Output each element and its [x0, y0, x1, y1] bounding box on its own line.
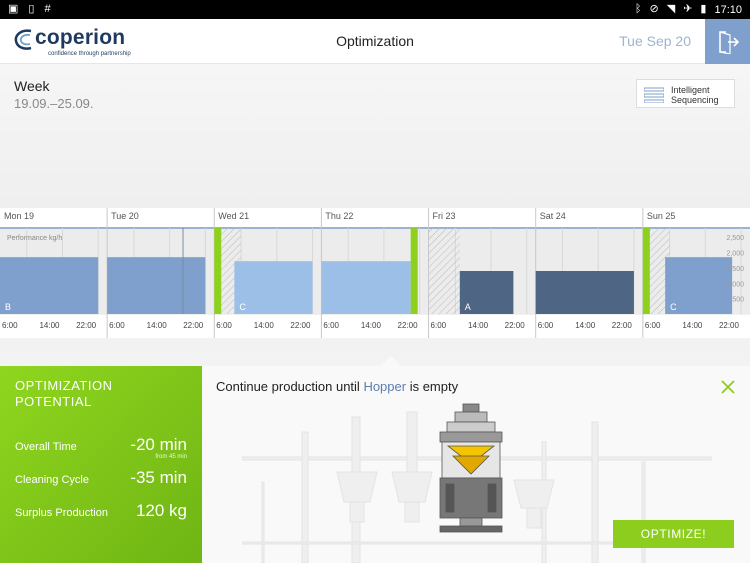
- hour-tick-label: 22:00: [612, 321, 633, 330]
- dnd-icon: ⊘: [649, 3, 659, 15]
- info-message: Continue production until Hopper is empt…: [216, 379, 458, 394]
- product-label: C: [670, 302, 677, 312]
- info-text-before: Continue production until: [216, 379, 364, 394]
- hour-tick-label: 14:00: [39, 321, 60, 330]
- y-tick-label: 500: [732, 297, 744, 304]
- hash-icon: #: [44, 3, 51, 15]
- hour-tick-label: 6:00: [2, 321, 18, 330]
- day-label: Sun 25: [647, 211, 676, 221]
- hour-tick-label: 14:00: [254, 321, 275, 330]
- product-label: B: [5, 302, 11, 312]
- production-bar: [321, 261, 411, 314]
- info-panel: Continue production until Hopper is empt…: [202, 366, 750, 563]
- hour-tick-label: 22:00: [76, 321, 97, 330]
- status-time: 17:10: [714, 3, 742, 16]
- production-bar: [107, 257, 206, 314]
- bluetooth-icon: ᛒ: [634, 3, 642, 15]
- hopper-machine: [439, 403, 503, 533]
- changeover-marker: [642, 228, 650, 314]
- hour-tick-label: 6:00: [431, 321, 447, 330]
- header-date: Tue Sep 20: [619, 33, 691, 49]
- changeover-marker: [410, 228, 418, 314]
- y-tick-label: 1,500: [726, 266, 744, 273]
- product-label: A: [465, 302, 471, 312]
- sequencing-icon: [644, 87, 664, 103]
- day-label: Wed 21: [218, 211, 249, 221]
- optimization-title: OPTIMIZATION POTENTIAL: [15, 378, 112, 410]
- optimization-title-line2: POTENTIAL: [15, 394, 92, 409]
- status-bar: ▣ ▯ # ᛒ ⊘ ◥ ✈ ▮ 17:10: [0, 0, 750, 19]
- production-bar: [0, 257, 99, 314]
- battery-icon: ▮: [700, 3, 707, 15]
- y-tick-label: 2,000: [726, 251, 744, 258]
- day-label: Fri 23: [433, 211, 456, 221]
- status-left: ▣ ▯ #: [8, 3, 51, 16]
- logout-icon: [718, 30, 739, 54]
- hour-tick-label: 14:00: [468, 321, 489, 330]
- phone-icon: ▯: [28, 3, 35, 15]
- hour-tick-label: 14:00: [361, 321, 382, 330]
- intelligent-sequencing-button[interactable]: Intelligent Sequencing: [636, 79, 735, 108]
- y-tick-label: 1,000: [726, 281, 744, 288]
- overall-time-value: -20 min: [130, 435, 187, 454]
- production-bar: [234, 261, 313, 314]
- y-tick-label: 2,500: [726, 235, 744, 242]
- status-right: ᛒ ⊘ ◥ ✈ ▮ 17:10: [635, 3, 742, 16]
- optimization-title-line1: OPTIMIZATION: [15, 378, 113, 393]
- day-label: Mon 19: [4, 211, 34, 221]
- logo-tagline: confidence through partnership: [48, 51, 131, 57]
- hour-tick-label: 6:00: [109, 321, 125, 330]
- callout-pointer: [381, 356, 401, 366]
- week-range: 19.09.–25.09.: [14, 96, 94, 111]
- hour-tick-label: 6:00: [323, 321, 339, 330]
- day-label: Sat 24: [540, 211, 566, 221]
- production-timeline[interactable]: Mon 19 6:00 14:00 22:00 Tue 20 6:00 14:00 22:00…: [0, 208, 750, 338]
- surplus-production-label: Surplus Production: [15, 507, 108, 519]
- chart-y-label: Performance kg/h: [7, 235, 62, 242]
- product-label: C: [239, 302, 246, 312]
- changeover-marker: [214, 228, 222, 314]
- week-label: Week: [14, 78, 50, 94]
- app-header: coperion confidence through partnership …: [0, 19, 750, 64]
- hour-tick-label: 22:00: [183, 321, 204, 330]
- image-icon: ▣: [8, 3, 19, 15]
- hopper-highlight[interactable]: Hopper: [363, 379, 406, 394]
- day-label: Tue 20: [111, 211, 139, 221]
- hour-tick-label: 6:00: [538, 321, 554, 330]
- logout-button[interactable]: [705, 19, 750, 64]
- hour-tick-label: 14:00: [575, 321, 596, 330]
- cleaning-hatch: [428, 228, 460, 314]
- iseq-line2: Sequencing: [671, 95, 719, 105]
- hour-tick-label: 22:00: [719, 321, 740, 330]
- overall-time-label: Overall Time: [15, 441, 77, 453]
- hour-tick-label: 22:00: [398, 321, 419, 330]
- detail-panel: OPTIMIZATION POTENTIAL Overall Time -20 …: [0, 366, 750, 563]
- hour-tick-label: 14:00: [682, 321, 703, 330]
- hour-tick-label: 22:00: [505, 321, 526, 330]
- hour-tick-label: 6:00: [216, 321, 232, 330]
- info-text-after: is empty: [406, 379, 459, 394]
- iseq-line1: Intelligent: [671, 85, 710, 95]
- wifi-icon: ◥: [666, 3, 676, 15]
- optimization-potential-panel: OPTIMIZATION POTENTIAL Overall Time -20 …: [0, 366, 202, 563]
- hour-tick-label: 6:00: [645, 321, 661, 330]
- optimize-button[interactable]: OPTIMIZE!: [613, 520, 734, 548]
- overall-time-sub: from 45 min: [155, 454, 187, 460]
- cleaning-cycle-value: -35 min: [130, 468, 187, 487]
- close-icon[interactable]: [720, 379, 736, 395]
- production-bar: [535, 271, 634, 314]
- airplane-icon: ✈: [683, 3, 693, 15]
- hour-tick-label: 14:00: [147, 321, 168, 330]
- day-label: Thu 22: [325, 211, 353, 221]
- hour-tick-label: 22:00: [290, 321, 311, 330]
- surplus-production-value: 120 kg: [135, 501, 187, 520]
- cleaning-cycle-label: Cleaning Cycle: [15, 474, 89, 486]
- intelligent-sequencing-label: Intelligent Sequencing: [671, 85, 719, 105]
